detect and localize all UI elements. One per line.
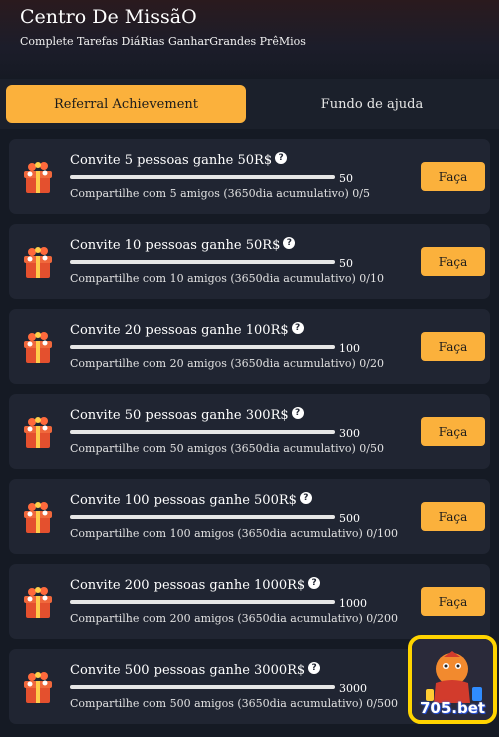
reward-target: 50 (339, 172, 353, 185)
mission-title: Convite 20 pessoas ganhe 100R$ ? (70, 321, 304, 338)
tab-bar: Referral Achievement Fundo de ajuda (0, 79, 499, 129)
help-icon[interactable]: ? (308, 661, 321, 674)
progress-bar (70, 345, 335, 349)
progress-bar (70, 430, 335, 434)
mission-title-text: Convite 500 pessoas ganhe 3000R$ (70, 663, 306, 678)
mission-card: Convite 10 pessoas ganhe 50R$ ? 50 Compa… (9, 224, 490, 299)
logo-text: 705.bet (419, 699, 486, 717)
mission-card: Convite 5 pessoas ganhe 50R$ ? 50 Compar… (9, 139, 490, 214)
progress-bar (70, 515, 335, 519)
mission-description: Compartilhe com 100 amigos (3650dia acum… (70, 527, 398, 540)
gift-box-icon (24, 502, 52, 533)
mission-title: Convite 500 pessoas ganhe 3000R$ ? (70, 661, 321, 678)
tab-referral-achievement[interactable]: Referral Achievement (6, 85, 246, 123)
mission-card: Convite 100 pessoas ganhe 500R$ ? 500 Co… (9, 479, 490, 554)
reward-target: 3000 (339, 682, 367, 695)
mission-title: Convite 200 pessoas ganhe 1000R$ ? (70, 576, 321, 593)
brand-logo-badge[interactable]: 705.bet (408, 635, 497, 724)
mission-description: Compartilhe com 500 amigos (3650dia acum… (70, 697, 398, 710)
progress-bar (70, 600, 335, 604)
mission-description: Compartilhe com 200 amigos (3650dia acum… (70, 612, 398, 625)
progress-bar (70, 260, 335, 264)
mission-title: Convite 10 pessoas ganhe 50R$ ? (70, 236, 296, 253)
reward-target: 1000 (339, 597, 367, 610)
do-mission-button[interactable]: Faça (421, 162, 485, 191)
help-icon[interactable]: ? (308, 576, 321, 589)
gift-box-icon (24, 587, 52, 618)
help-icon[interactable]: ? (283, 236, 296, 249)
page-header: Centro De MissãO Complete Tarefas DiáRia… (0, 0, 499, 78)
mission-title-text: Convite 100 pessoas ganhe 500R$ (70, 493, 297, 508)
do-mission-button[interactable]: Faça (421, 587, 485, 616)
progress-bar (70, 175, 335, 179)
mission-description: Compartilhe com 50 amigos (3650dia acumu… (70, 442, 384, 455)
do-mission-button[interactable]: Faça (421, 247, 485, 276)
mission-title: Convite 100 pessoas ganhe 500R$ ? (70, 491, 312, 508)
mission-title-text: Convite 20 pessoas ganhe 100R$ (70, 323, 289, 338)
mission-description: Compartilhe com 5 amigos (3650dia acumul… (70, 187, 370, 200)
gift-box-icon (24, 247, 52, 278)
help-icon[interactable]: ? (299, 491, 312, 504)
mission-card: Convite 50 pessoas ganhe 300R$ ? 300 Com… (9, 394, 490, 469)
help-icon[interactable]: ? (275, 151, 288, 164)
mission-title-text: Convite 200 pessoas ganhe 1000R$ (70, 578, 306, 593)
mission-card: Convite 200 pessoas ganhe 1000R$ ? 1000 … (9, 564, 490, 639)
page-subtitle: Complete Tarefas DiáRias GanharGrandes P… (20, 35, 306, 48)
gift-box-icon (24, 417, 52, 448)
help-icon[interactable]: ? (291, 406, 304, 419)
gift-box-icon (24, 672, 52, 703)
reward-target: 50 (339, 257, 353, 270)
mission-title-text: Convite 50 pessoas ganhe 300R$ (70, 408, 289, 423)
do-mission-button[interactable]: Faça (421, 417, 485, 446)
mission-card: Convite 20 pessoas ganhe 100R$ ? 100 Com… (9, 309, 490, 384)
mission-title-text: Convite 5 pessoas ganhe 50R$ (70, 153, 273, 168)
mission-title: Convite 5 pessoas ganhe 50R$ ? (70, 151, 288, 168)
help-icon[interactable]: ? (291, 321, 304, 334)
mission-title: Convite 50 pessoas ganhe 300R$ ? (70, 406, 304, 423)
mission-description: Compartilhe com 10 amigos (3650dia acumu… (70, 272, 384, 285)
reward-target: 500 (339, 512, 360, 525)
gift-box-icon (24, 162, 52, 193)
do-mission-button[interactable]: Faça (421, 502, 485, 531)
mission-description: Compartilhe com 20 amigos (3650dia acumu… (70, 357, 384, 370)
reward-target: 100 (339, 342, 360, 355)
page-title: Centro De MissãO (20, 6, 197, 28)
gift-box-icon (24, 332, 52, 363)
mission-title-text: Convite 10 pessoas ganhe 50R$ (70, 238, 281, 253)
do-mission-button[interactable]: Faça (421, 332, 485, 361)
reward-target: 300 (339, 427, 360, 440)
progress-bar (70, 685, 335, 689)
tab-fundo-de-ajuda[interactable]: Fundo de ajuda (252, 85, 492, 123)
